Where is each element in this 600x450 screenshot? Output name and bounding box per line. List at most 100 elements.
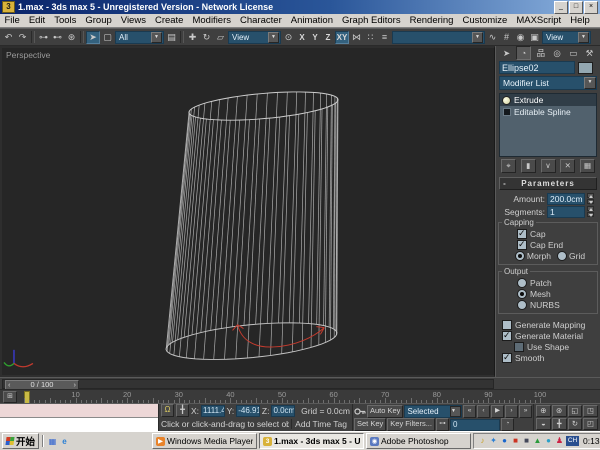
select-and-move-icon[interactable]: ✚: [186, 31, 199, 44]
min-max-toggle-icon[interactable]: ◰: [583, 418, 598, 430]
zoom-all-icon[interactable]: ⊛: [552, 405, 567, 417]
menu-views[interactable]: Views: [116, 14, 150, 27]
tray-messenger-icon[interactable]: ✦: [489, 435, 498, 447]
tab-display[interactable]: ▭: [567, 47, 580, 59]
menu-group[interactable]: Group: [81, 14, 116, 27]
menu-tools[interactable]: Tools: [50, 14, 81, 27]
segments-field[interactable]: 1: [547, 206, 585, 218]
menu-character[interactable]: Character: [236, 14, 287, 27]
select-and-link-icon[interactable]: ⊶: [37, 31, 50, 44]
menu-modifiers[interactable]: Modifiers: [188, 14, 236, 27]
generate-mapping-checkbox[interactable]: [502, 320, 512, 330]
object-name-field[interactable]: [499, 61, 575, 74]
go-to-end-button[interactable]: »: [519, 405, 532, 418]
cap-end-checkbox[interactable]: [517, 240, 527, 250]
tray-qq-icon[interactable]: ●: [500, 435, 509, 447]
macro-recorder-pane[interactable]: [0, 404, 158, 418]
menu-rendering[interactable]: Rendering: [405, 14, 458, 27]
morph-radio[interactable]: [515, 251, 525, 261]
select-and-scale-icon[interactable]: ▱: [214, 31, 227, 44]
listener-pane[interactable]: [0, 418, 158, 431]
make-unique-button[interactable]: ∨: [541, 159, 556, 173]
key-filters-button[interactable]: Key Filters...: [387, 418, 435, 431]
stack-item-extrude[interactable]: Extrude: [500, 94, 596, 106]
menu-animation[interactable]: Animation: [286, 14, 337, 27]
tab-motion[interactable]: ◎: [551, 47, 564, 59]
dropdown-arrow-icon[interactable]: [472, 32, 483, 43]
zoom-extents-icon[interactable]: ◱: [568, 405, 583, 417]
pan-icon[interactable]: ╋: [552, 418, 567, 430]
generate-material-checkbox[interactable]: [502, 331, 512, 341]
align-icon[interactable]: ≡: [378, 31, 391, 44]
curve-editor-icon[interactable]: ∿: [486, 31, 499, 44]
amount-spinner[interactable]: [587, 193, 594, 204]
select-object-icon[interactable]: ➤: [86, 31, 100, 44]
dropdown-arrow-icon[interactable]: [584, 77, 596, 89]
axis-xy-button[interactable]: XY: [335, 31, 349, 44]
tray-update-icon[interactable]: ▲: [533, 435, 542, 447]
mirror-icon[interactable]: ⋈: [350, 31, 363, 44]
object-color-swatch[interactable]: [578, 62, 593, 74]
set-key-button[interactable]: Set Key: [354, 418, 386, 431]
open-mini-curve-editor-button[interactable]: ⊞: [3, 391, 17, 403]
selection-filter-dropdown[interactable]: All: [115, 31, 164, 44]
zoom-extents-all-icon[interactable]: ◳: [583, 405, 598, 417]
grid-radio[interactable]: [557, 251, 567, 261]
parameters-rollout-header[interactable]: - Parameters: [499, 177, 597, 190]
arc-rotate-icon[interactable]: ↻: [568, 418, 583, 430]
menu-help[interactable]: Help: [566, 14, 595, 27]
render-scene-icon[interactable]: ▣: [528, 31, 541, 44]
viewport-label[interactable]: Perspective: [6, 50, 50, 60]
axis-z-button[interactable]: Z: [322, 32, 334, 43]
play-button[interactable]: ▶: [491, 405, 504, 418]
key-mode-toggle[interactable]: ⊶: [436, 418, 449, 431]
current-frame-field[interactable]: 0: [450, 419, 500, 431]
array-icon[interactable]: ∷: [364, 31, 377, 44]
task-button-windows-media-player[interactable]: ▶Windows Media Player: [152, 433, 257, 449]
use-center-icon[interactable]: ⊙: [282, 31, 295, 44]
minimize-button[interactable]: _: [554, 1, 568, 14]
selection-region-icon[interactable]: ▢: [101, 31, 114, 44]
axis-x-button[interactable]: X: [296, 32, 308, 43]
start-button[interactable]: 开始: [2, 433, 39, 449]
language-indicator[interactable]: CH: [566, 436, 579, 446]
select-by-name-icon[interactable]: ▤: [165, 31, 178, 44]
time-slider-track[interactable]: 0 / 100: [2, 379, 494, 389]
dropdown-arrow-icon[interactable]: [268, 32, 279, 43]
menu-file[interactable]: File: [0, 14, 24, 27]
reference-coordinate-system-dropdown[interactable]: View: [228, 31, 281, 44]
zoom-icon[interactable]: ⊕: [536, 405, 551, 417]
go-to-start-button[interactable]: «: [463, 405, 476, 418]
absolute-offset-toggle-icon[interactable]: ╋: [176, 404, 189, 417]
tray-person-icon[interactable]: ♟: [555, 435, 564, 447]
dropdown-arrow-icon[interactable]: [151, 32, 162, 43]
spline-icon[interactable]: [503, 108, 511, 116]
viewport-canvas[interactable]: [2, 48, 494, 375]
quick-launch-show-desktop-icon[interactable]: ▦: [47, 436, 58, 447]
tab-create[interactable]: ➤: [500, 47, 513, 59]
dropdown-arrow-icon[interactable]: [578, 32, 589, 43]
redo-icon[interactable]: ↷: [16, 31, 29, 44]
output-nurbs-radio[interactable]: [517, 300, 527, 310]
cap-start-checkbox[interactable]: [517, 229, 527, 239]
configure-modifier-sets-button[interactable]: ▦: [580, 159, 595, 173]
maximize-button[interactable]: □: [569, 1, 583, 14]
field-of-view-icon[interactable]: ◒: [536, 418, 551, 430]
tray-volume-icon[interactable]: ♪: [478, 435, 487, 447]
tab-modify[interactable]: ◔: [516, 46, 531, 60]
menu-create[interactable]: Create: [150, 14, 188, 27]
axis-y-button[interactable]: Y: [309, 32, 321, 43]
task-button-1-max-3ds-max-5-unre-[interactable]: 31.max - 3ds max 5 - Unre...: [259, 433, 364, 449]
viewport-perspective[interactable]: Perspective: [0, 46, 495, 377]
material-editor-icon[interactable]: ◉: [514, 31, 527, 44]
undo-icon[interactable]: ↶: [2, 31, 15, 44]
named-selection-sets-dropdown[interactable]: [392, 31, 485, 44]
y-coordinate-field[interactable]: -46.911: [236, 405, 260, 417]
segments-spinner[interactable]: [587, 206, 594, 217]
amount-field[interactable]: 200.0cm: [547, 193, 585, 205]
stack-item-editable-spline[interactable]: Editable Spline: [500, 106, 596, 118]
menu-graph-editors[interactable]: Graph Editors: [337, 14, 405, 27]
show-end-result-button[interactable]: ▮: [521, 159, 536, 173]
output-mesh-radio[interactable]: [517, 289, 527, 299]
x-coordinate-field[interactable]: 1111.49: [201, 405, 225, 417]
